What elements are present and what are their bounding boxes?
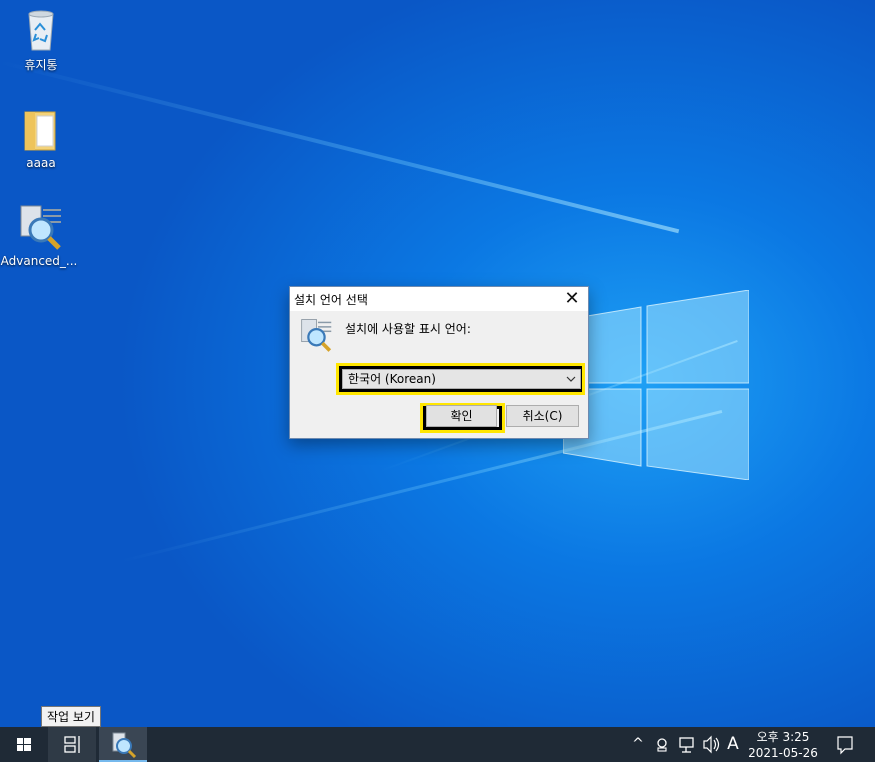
speaker-icon bbox=[703, 735, 720, 754]
setup-magnifier-icon bbox=[301, 319, 332, 352]
desktop-icon-label: Advanced_... bbox=[0, 254, 78, 268]
dialog-titlebar[interactable]: 설치 언어 선택 ✕ bbox=[290, 287, 588, 311]
input-method-indicator[interactable]: A bbox=[722, 727, 744, 762]
windows-start-icon bbox=[17, 738, 31, 751]
tray-volume[interactable] bbox=[700, 727, 722, 762]
notification-icon bbox=[837, 736, 853, 755]
network-icon bbox=[679, 737, 694, 753]
clock-time: 오후 3:25 bbox=[756, 730, 810, 744]
language-select-dialog: 설치 언어 선택 ✕ 설치에 사용할 표시 언어: 한국어 (Korean) 확… bbox=[289, 286, 589, 439]
folder-icon bbox=[24, 111, 56, 151]
clock-date: 2021-05-26 bbox=[748, 746, 818, 760]
desktop-icon-advanced[interactable]: Advanced_... bbox=[0, 204, 78, 268]
language-select[interactable]: 한국어 (Korean) bbox=[342, 369, 581, 389]
taskbar: ^ A 오후 3:25 2021-05-26 bbox=[0, 727, 875, 762]
language-prompt: 설치에 사용할 표시 언어: bbox=[345, 322, 471, 336]
windows-logo-graphic bbox=[563, 290, 749, 480]
task-view-tooltip: 작업 보기 bbox=[41, 706, 101, 727]
chevron-down-icon bbox=[566, 376, 576, 382]
setup-magnifier-icon bbox=[20, 205, 61, 250]
desktop-icon-label: aaaa bbox=[26, 156, 56, 170]
cancel-button[interactable]: 취소(C) bbox=[506, 405, 579, 427]
close-button[interactable]: ✕ bbox=[556, 287, 588, 311]
system-clock[interactable]: 오후 3:25 2021-05-26 bbox=[744, 729, 822, 761]
start-button[interactable] bbox=[0, 727, 48, 762]
action-center-button[interactable] bbox=[830, 727, 860, 762]
desktop-icon-folder[interactable]: aaaa bbox=[2, 108, 80, 170]
tray-meet-now[interactable] bbox=[652, 727, 672, 762]
language-select-value: 한국어 (Korean) bbox=[348, 372, 436, 386]
taskbar-app-setup[interactable] bbox=[99, 727, 147, 762]
setup-magnifier-icon bbox=[112, 732, 137, 759]
light-beam bbox=[0, 60, 680, 234]
desktop-icon-label: 휴지통 bbox=[24, 58, 58, 72]
task-view-button[interactable] bbox=[48, 727, 96, 762]
webcam-icon bbox=[657, 738, 667, 752]
tray-network[interactable] bbox=[676, 727, 698, 762]
ok-button[interactable]: 확인 bbox=[426, 405, 497, 427]
task-view-icon bbox=[64, 736, 80, 753]
dialog-title: 설치 언어 선택 bbox=[294, 293, 368, 307]
recycle-bin-icon bbox=[28, 10, 54, 51]
desktop-icon-recycle-bin[interactable]: 휴지통 bbox=[2, 8, 80, 73]
tray-overflow-chevron[interactable]: ^ bbox=[628, 727, 648, 762]
